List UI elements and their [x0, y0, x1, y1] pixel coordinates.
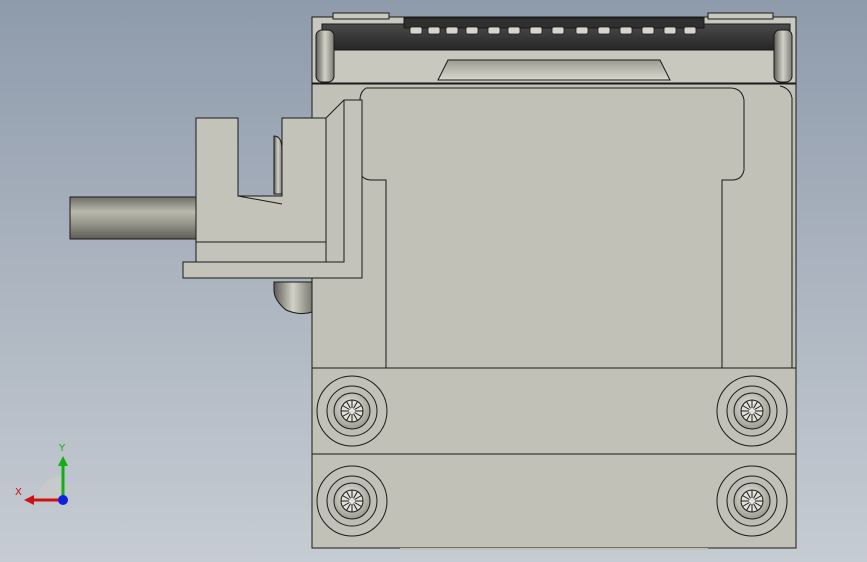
screw — [316, 375, 388, 447]
connector-pin — [529, 26, 543, 35]
connector-pin — [575, 26, 589, 35]
screw — [316, 465, 388, 537]
y-axis-arrowhead — [58, 456, 68, 466]
z-axis — [58, 495, 68, 505]
screw — [716, 465, 788, 537]
connector-pin — [409, 26, 423, 35]
connector-pin — [619, 26, 633, 35]
connector-pin — [683, 26, 697, 35]
screw — [716, 375, 788, 447]
x-axis-label: X — [15, 487, 22, 498]
connector-pin — [445, 26, 459, 35]
connector-pins — [409, 26, 697, 35]
model-view[interactable] — [0, 0, 867, 562]
connector-pin — [663, 26, 677, 35]
connector-pin — [641, 26, 655, 35]
connector-pin — [465, 26, 479, 35]
connector-pin — [427, 26, 441, 35]
shaft — [69, 196, 205, 240]
connector-pin — [507, 26, 521, 35]
connector-pin — [597, 26, 611, 35]
top-plate — [311, 12, 797, 85]
y-axis-label: Y — [59, 443, 66, 454]
x-axis-arrowhead — [24, 495, 34, 505]
connector-pin — [551, 26, 565, 35]
triad-axes — [24, 456, 68, 505]
connector-pin — [487, 26, 501, 35]
graphics-viewport[interactable]: Y X — [0, 0, 867, 562]
